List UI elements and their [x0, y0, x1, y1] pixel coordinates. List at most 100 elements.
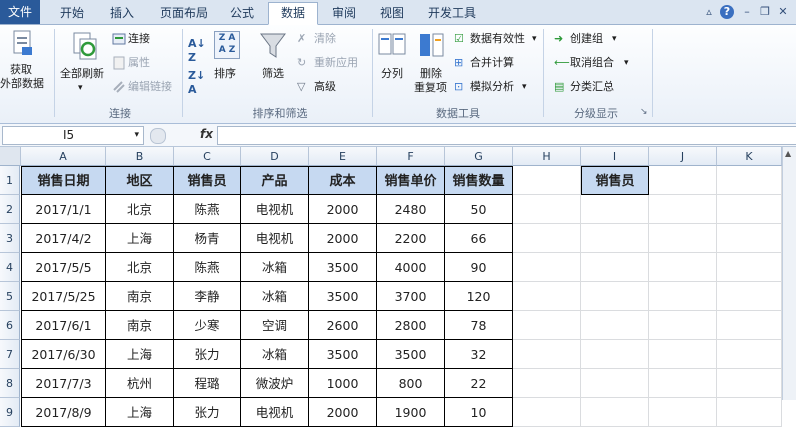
cell-b5[interactable]: 南京: [106, 282, 174, 311]
cell-a4[interactable]: 2017/5/5: [21, 253, 106, 282]
properties-button[interactable]: 属性: [128, 56, 150, 70]
cell-i1[interactable]: 销售员: [581, 166, 649, 195]
row-header-8[interactable]: 8: [0, 369, 20, 398]
cell-j6[interactable]: [649, 311, 717, 340]
outline-dialog-launcher-icon[interactable]: ↘: [640, 105, 648, 119]
cell-h5[interactable]: [513, 282, 581, 311]
cell-j9[interactable]: [649, 398, 717, 427]
cell-j4[interactable]: [649, 253, 717, 282]
remove-duplicates-label1[interactable]: 删除: [420, 67, 442, 81]
cell-k7[interactable]: [717, 340, 782, 369]
cell-i8[interactable]: [581, 369, 649, 398]
cell-b9[interactable]: 上海: [106, 398, 174, 427]
tab-home[interactable]: 开始: [50, 3, 94, 23]
column-header-g[interactable]: G: [445, 147, 513, 166]
cell-h2[interactable]: [513, 195, 581, 224]
cell-k3[interactable]: [717, 224, 782, 253]
tab-data[interactable]: 数据: [268, 2, 318, 25]
get-external-data-label2[interactable]: 外部数据: [0, 77, 44, 91]
cell-f6[interactable]: 2800: [377, 311, 445, 340]
tab-review[interactable]: 审阅: [322, 3, 366, 23]
window-close-icon[interactable]: ✕: [776, 5, 790, 19]
row-header-4[interactable]: 4: [0, 253, 20, 282]
refresh-all-button[interactable]: 全部刷新: [60, 67, 104, 81]
column-header-e[interactable]: E: [309, 147, 377, 166]
cell-e4[interactable]: 3500: [309, 253, 377, 282]
data-validation-dropdown-icon[interactable]: ▾: [532, 32, 537, 46]
vertical-scrollbar[interactable]: ▲: [782, 147, 796, 400]
window-minimize-icon[interactable]: –: [740, 5, 754, 19]
get-external-data-label1[interactable]: 获取: [10, 63, 32, 77]
cell-e2[interactable]: 2000: [309, 195, 377, 224]
sort-button[interactable]: 排序: [214, 67, 236, 81]
cell-d8[interactable]: 微波炉: [241, 369, 309, 398]
ungroup-button[interactable]: 取消组合: [570, 56, 614, 70]
cell-k2[interactable]: [717, 195, 782, 224]
cell-g1[interactable]: 销售数量: [445, 166, 513, 195]
cell-j7[interactable]: [649, 340, 717, 369]
cell-a3[interactable]: 2017/4/2: [21, 224, 106, 253]
edit-links-button[interactable]: 编辑链接: [128, 80, 172, 94]
cell-j8[interactable]: [649, 369, 717, 398]
tab-developer[interactable]: 开发工具: [418, 3, 486, 23]
cell-f9[interactable]: 1900: [377, 398, 445, 427]
cell-d7[interactable]: 冰箱: [241, 340, 309, 369]
advanced-button[interactable]: 高级: [314, 80, 336, 94]
row-header-7[interactable]: 7: [0, 340, 20, 369]
cell-a5[interactable]: 2017/5/25: [21, 282, 106, 311]
cell-e6[interactable]: 2600: [309, 311, 377, 340]
cell-a1[interactable]: 销售日期: [21, 166, 106, 195]
cell-h7[interactable]: [513, 340, 581, 369]
cell-e5[interactable]: 3500: [309, 282, 377, 311]
row-header-3[interactable]: 3: [0, 224, 20, 253]
cell-d6[interactable]: 空调: [241, 311, 309, 340]
column-header-h[interactable]: H: [513, 147, 581, 166]
refresh-all-dropdown-icon[interactable]: ▾: [78, 81, 83, 95]
cell-h6[interactable]: [513, 311, 581, 340]
cell-j3[interactable]: [649, 224, 717, 253]
cell-g4[interactable]: 90: [445, 253, 513, 282]
cell-i3[interactable]: [581, 224, 649, 253]
column-header-i[interactable]: I: [581, 147, 649, 166]
cell-d2[interactable]: 电视机: [241, 195, 309, 224]
cell-h3[interactable]: [513, 224, 581, 253]
formula-bar-splitter-icon[interactable]: [150, 128, 166, 144]
cell-c9[interactable]: 张力: [174, 398, 241, 427]
tab-insert[interactable]: 插入: [100, 3, 144, 23]
cell-g9[interactable]: 10: [445, 398, 513, 427]
sort-descending-icon[interactable]: Z↓ A: [188, 69, 205, 97]
ungroup-dropdown-icon[interactable]: ▾: [624, 56, 629, 70]
cell-a6[interactable]: 2017/6/1: [21, 311, 106, 340]
cell-i5[interactable]: [581, 282, 649, 311]
text-to-columns-button[interactable]: 分列: [381, 67, 403, 81]
cell-c6[interactable]: 少寒: [174, 311, 241, 340]
cell-a2[interactable]: 2017/1/1: [21, 195, 106, 224]
cell-d9[interactable]: 电视机: [241, 398, 309, 427]
row-header-6[interactable]: 6: [0, 311, 20, 340]
cell-d5[interactable]: 冰箱: [241, 282, 309, 311]
cell-d1[interactable]: 产品: [241, 166, 309, 195]
cell-f4[interactable]: 4000: [377, 253, 445, 282]
cell-b7[interactable]: 上海: [106, 340, 174, 369]
row-header-2[interactable]: 2: [0, 195, 20, 224]
column-header-a[interactable]: A: [21, 147, 106, 166]
cell-b1[interactable]: 地区: [106, 166, 174, 195]
row-header-5[interactable]: 5: [0, 282, 20, 311]
cell-c4[interactable]: 陈燕: [174, 253, 241, 282]
tab-view[interactable]: 视图: [370, 3, 414, 23]
cell-i4[interactable]: [581, 253, 649, 282]
cell-e3[interactable]: 2000: [309, 224, 377, 253]
cell-h4[interactable]: [513, 253, 581, 282]
cell-f7[interactable]: 3500: [377, 340, 445, 369]
cell-k6[interactable]: [717, 311, 782, 340]
cell-f1[interactable]: 销售单价: [377, 166, 445, 195]
cell-f2[interactable]: 2480: [377, 195, 445, 224]
cell-b4[interactable]: 北京: [106, 253, 174, 282]
row-header-9[interactable]: 9: [0, 398, 20, 427]
column-header-k[interactable]: K: [717, 147, 782, 166]
help-icon[interactable]: ?: [720, 5, 734, 19]
cell-j2[interactable]: [649, 195, 717, 224]
cell-g5[interactable]: 120: [445, 282, 513, 311]
cell-k8[interactable]: [717, 369, 782, 398]
cell-g3[interactable]: 66: [445, 224, 513, 253]
